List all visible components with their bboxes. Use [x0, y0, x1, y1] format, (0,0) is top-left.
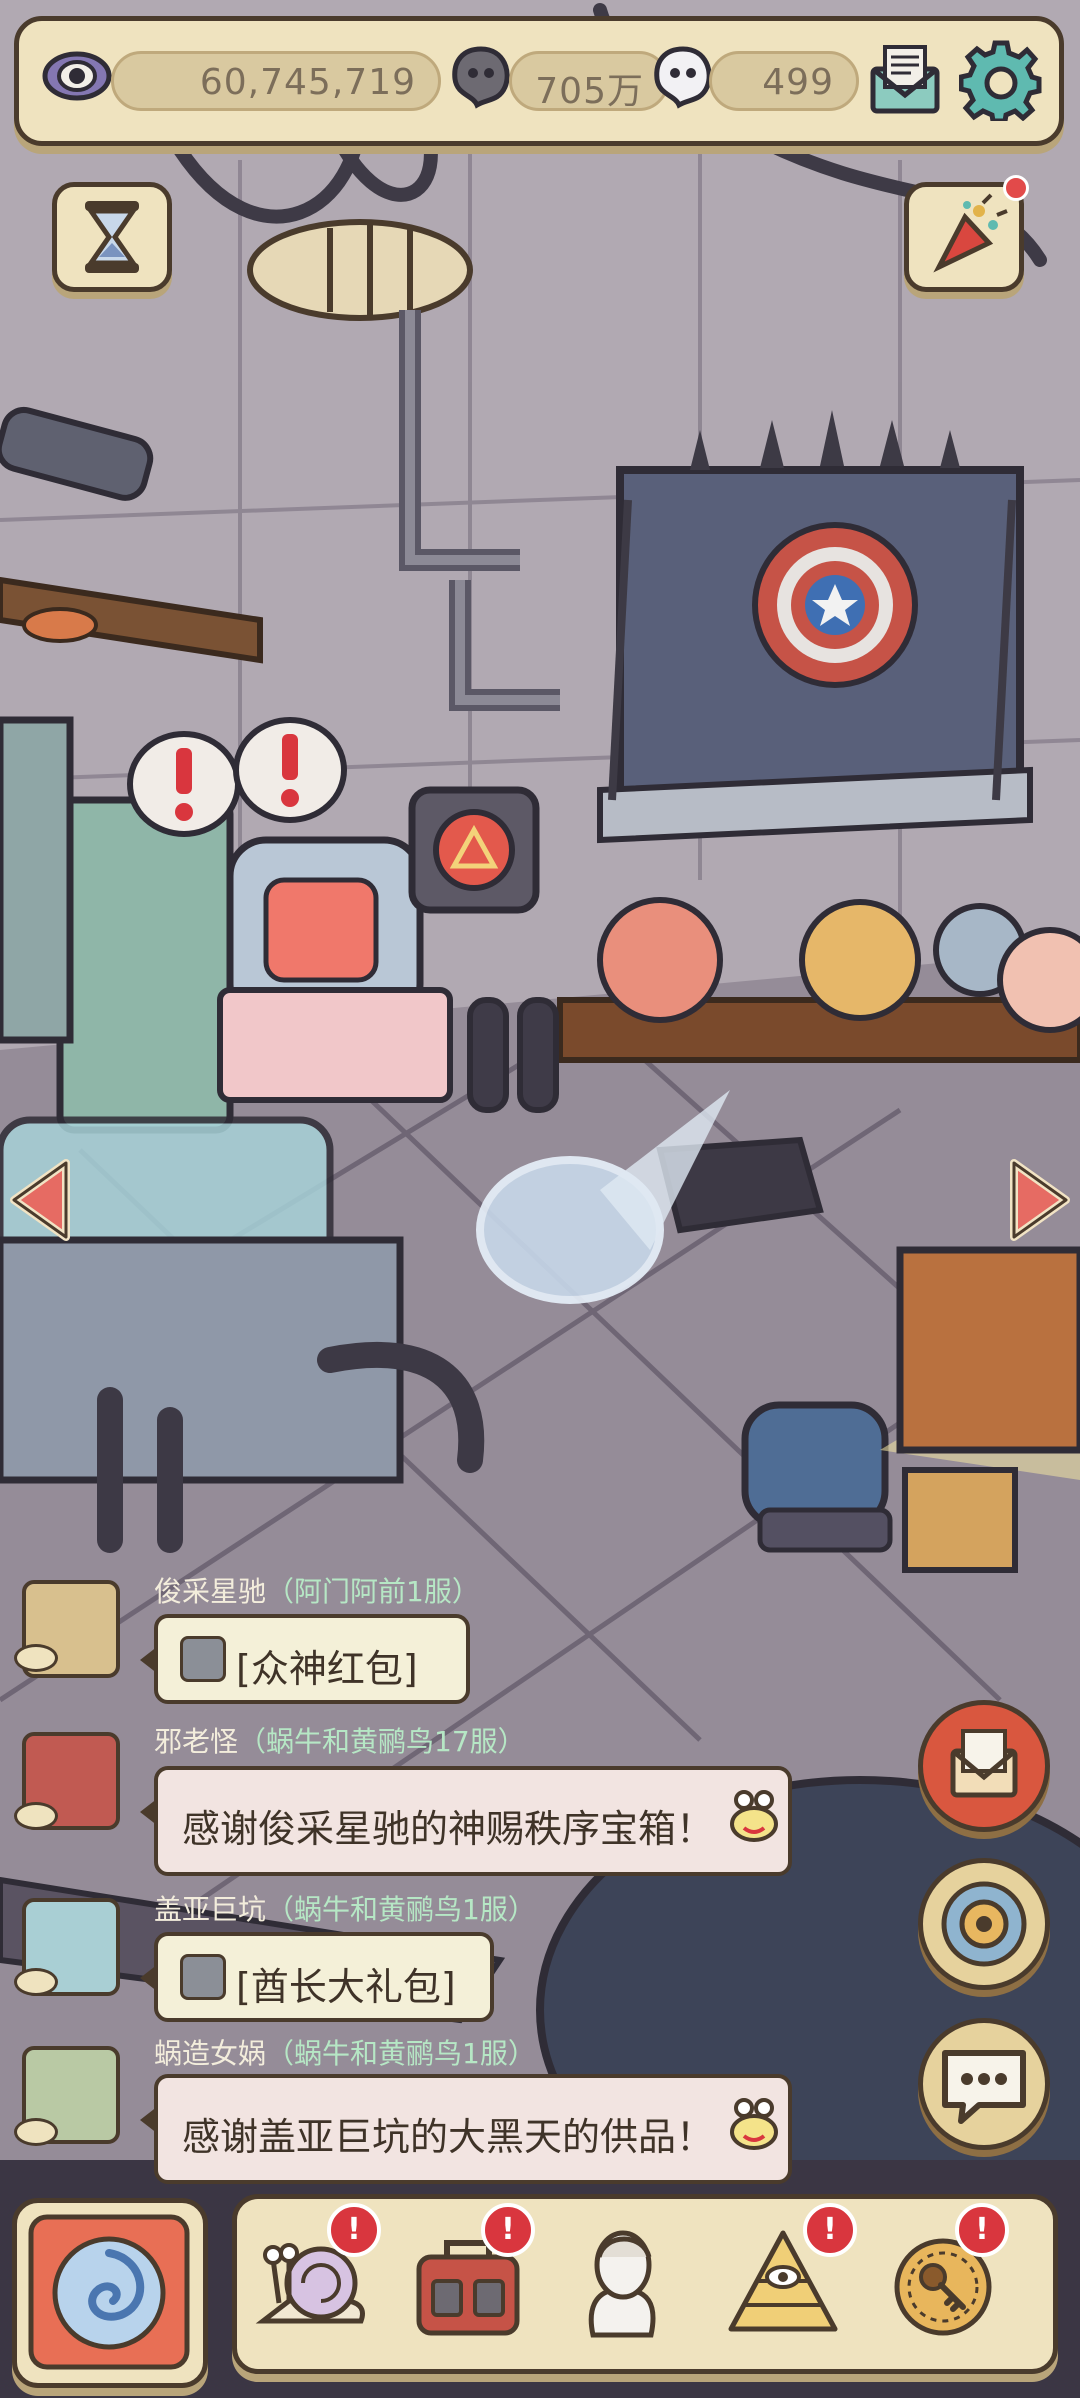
chat-text: 感谢盖亚巨坑的大黑天的供品！	[182, 2115, 715, 2159]
left-arrow-icon	[10, 1159, 70, 1241]
chat-bubble[interactable]: [众神红包]	[140, 1614, 470, 1704]
chat-message[interactable]: 邪老怪（蜗牛和黄鹂鸟17服） 感谢俊采星驰的神赐秩序宝箱！	[14, 1710, 794, 1880]
eye-badge-icon	[14, 2118, 58, 2146]
sender-name: 邪老怪	[154, 1725, 239, 1758]
chat-message[interactable]: 盖亚巨坑（蜗牛和黄鹂鸟1服） [酋长大礼包]	[14, 1878, 794, 2038]
statue-icon	[588, 2230, 656, 2338]
chat-bubble[interactable]: 感谢俊采星驰的神赐秩序宝箱！	[140, 1766, 792, 1876]
mail-round-icon	[950, 1729, 1018, 1798]
chat-sender: 俊采星驰（阿门阿前1服）	[154, 1570, 480, 1610]
sender-name: 俊采星驰	[154, 1575, 267, 1608]
chat-sender: 蜗造女娲（蜗牛和黄鹂鸟1服）	[154, 2032, 536, 2072]
chat-bubble[interactable]: [酋长大礼包]	[140, 1932, 494, 2022]
hourglass-icon	[85, 201, 139, 273]
mail-button[interactable]	[865, 39, 945, 119]
party-popper-icon	[933, 193, 1008, 273]
chat-text: [众神红包]	[236, 1647, 418, 1691]
chat-sender: 盖亚巨坑（蜗牛和黄鹂鸟1服）	[154, 1888, 536, 1928]
right-arrow-icon	[1010, 1159, 1070, 1241]
portal-icon	[941, 1881, 1027, 1967]
sender-server: （蜗牛和黄鹂鸟1服）	[266, 2037, 536, 2070]
hourglass-button[interactable]	[52, 182, 172, 292]
eye-icon	[41, 43, 113, 109]
notification-dot	[1003, 175, 1029, 201]
alert-badge: !	[803, 2203, 857, 2257]
event-button[interactable]	[904, 175, 1029, 292]
letter-button[interactable]	[918, 1700, 1050, 1832]
nav-snail[interactable]: !	[249, 2203, 381, 2347]
vortex-icon	[28, 2214, 190, 2370]
ghost-currency-counter[interactable]: 499	[709, 51, 859, 111]
red-packet-icon	[180, 1636, 226, 1682]
chat-sender: 邪老怪（蜗牛和黄鹂鸟17服）	[154, 1720, 526, 1760]
eye-currency-value: 60,745,719	[199, 62, 416, 103]
alert-badge: !	[327, 2203, 381, 2257]
bottom-nav: ! ! ! !	[232, 2194, 1058, 2374]
settings-button[interactable]	[958, 37, 1043, 124]
bubble-tail	[140, 2106, 158, 2134]
sender-server: （蜗牛和黄鹂鸟17服）	[238, 1725, 526, 1758]
chat-button[interactable]	[918, 2018, 1050, 2150]
chat-text: 感谢俊采星驰的神赐秩序宝箱！	[182, 1807, 715, 1851]
chat-message[interactable]: 俊采星驰（阿门阿前1服） [众神红包]	[14, 1560, 794, 1710]
alert-badge: !	[955, 2203, 1009, 2257]
eye-currency-counter[interactable]: 60,745,719	[111, 51, 441, 111]
mail-icon	[870, 45, 940, 114]
emote-icon	[726, 1788, 782, 1848]
portal-button[interactable]	[918, 1858, 1050, 1990]
nav-key-coin[interactable]: !	[877, 2203, 1009, 2347]
soul-currency-counter[interactable]: 705万	[509, 51, 669, 112]
gift-pack-icon	[180, 1954, 226, 2000]
alert-badge: !	[481, 2203, 535, 2257]
scroll-right-button[interactable]	[1004, 1155, 1074, 1245]
vortex-button[interactable]	[12, 2198, 208, 2388]
eye-badge-icon	[14, 1802, 58, 1830]
soul-currency-value: 705万	[535, 71, 644, 112]
chat-text: [酋长大礼包]	[236, 1965, 456, 2009]
resource-bar: 60,745,719 705万 499	[14, 16, 1064, 146]
bubble-tail	[140, 1646, 158, 1674]
nav-statue[interactable]	[557, 2217, 687, 2347]
ghost-currency-value: 499	[762, 62, 834, 103]
chat-icon	[942, 2050, 1026, 2124]
bubble-tail	[140, 1798, 158, 1826]
bubble-tail	[140, 1964, 158, 1992]
sender-server: （阿门阿前1服）	[266, 1575, 480, 1608]
chat-message[interactable]: 蜗造女娲（蜗牛和黄鹂鸟1服） 感谢盖亚巨坑的大黑天的供品！	[14, 2028, 794, 2198]
emote-icon	[726, 2096, 782, 2156]
eye-badge-icon	[14, 1644, 58, 1672]
nav-pyramid[interactable]: !	[719, 2203, 857, 2347]
nav-backpack[interactable]: !	[403, 2203, 535, 2347]
sender-name: 盖亚巨坑	[154, 1893, 267, 1926]
soul-icon	[447, 43, 515, 113]
sender-name: 蜗造女娲	[154, 2037, 267, 2070]
sender-server: （蜗牛和黄鹂鸟1服）	[266, 1893, 536, 1926]
ghost-icon	[649, 43, 717, 113]
scroll-left-button[interactable]	[6, 1155, 76, 1245]
gear-icon	[958, 40, 1042, 124]
chat-bubble[interactable]: 感谢盖亚巨坑的大黑天的供品！	[140, 2074, 792, 2184]
eye-badge-icon	[14, 1968, 58, 1996]
